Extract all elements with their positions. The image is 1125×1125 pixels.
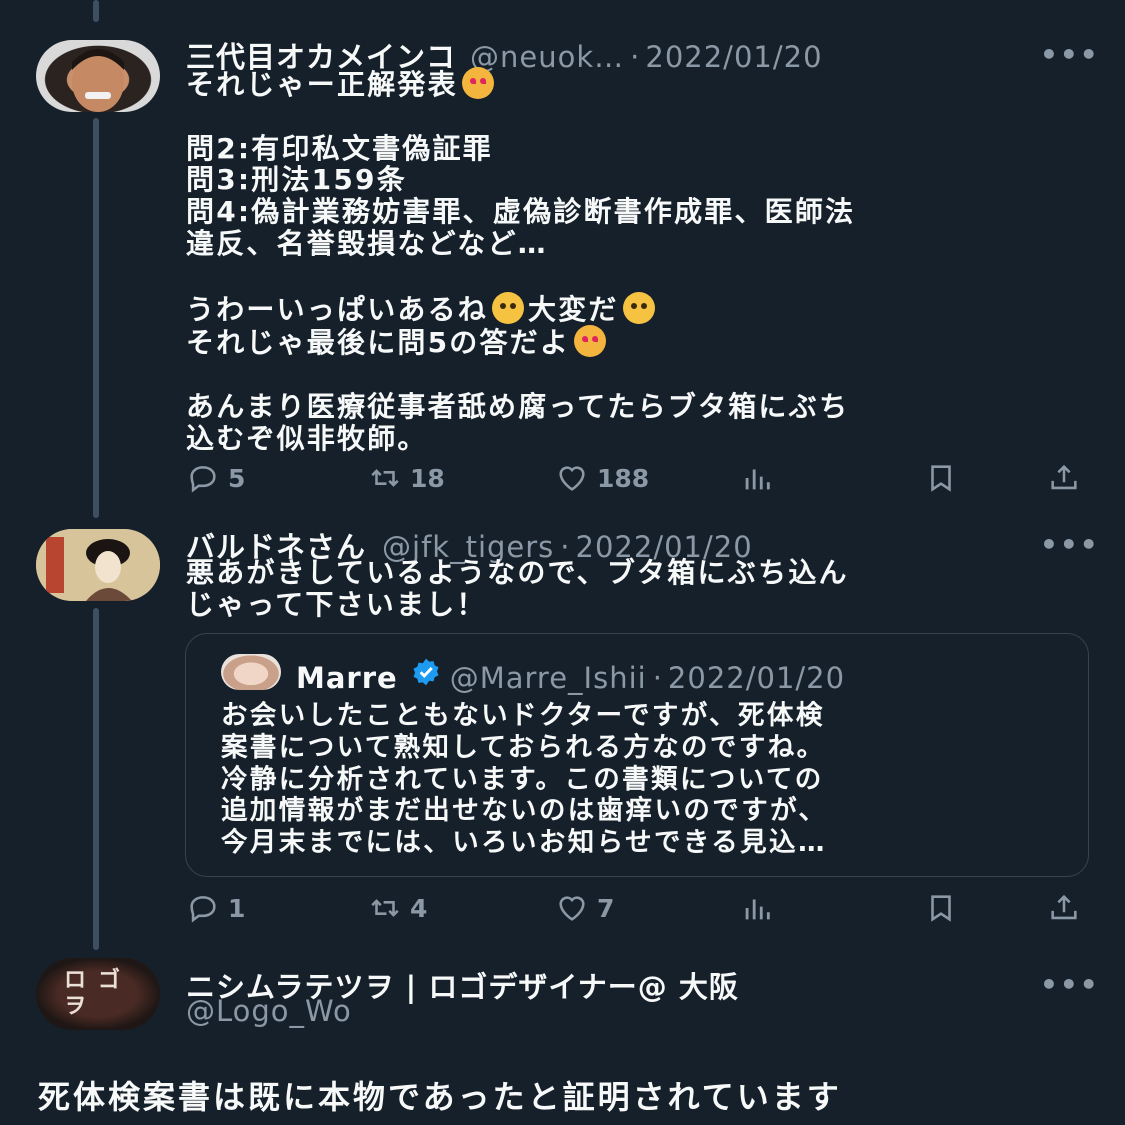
share-button[interactable] [1047,891,1081,925]
avatar[interactable]: ロゴヲ [36,958,160,1030]
separator-dot: · [652,661,662,695]
quoted-author-handle: @Marre_Ishii [449,661,647,695]
tweet-line: 問3:刑法159条 [186,163,407,197]
avatar-logo-text: ロゴヲ [64,968,133,1019]
tweet-line: 違反、名誉毀損などなど… [186,226,548,260]
thread-line-top [93,0,99,22]
quoted-header: Marre @Marre_Ishii · 2022/01/20 [296,656,845,695]
like-icon [559,896,585,921]
bookmark-button[interactable] [924,461,958,495]
tweet-text: 死体検案書は既に本物であったと証明されています [38,1078,842,1116]
like-button[interactable]: 188 [555,461,649,495]
reply-icon [190,896,216,923]
retweet-count: 18 [410,463,445,493]
bookmark-button[interactable] [924,891,958,925]
smiling-hearts-emoji-icon [574,325,607,358]
avatar[interactable] [36,40,160,112]
share-icon [1051,894,1077,920]
tweet-text: 悪あがきしているようなので、ブタ箱にぶち込ん じゃって下さいまし！ [186,557,849,621]
views-icon [745,469,770,490]
tweet-line: じゃって下さいまし！ [186,587,487,621]
tweet-line: 問4:偽計業務妨害罪、虚偽診断書作成罪、医師法 [186,195,856,229]
share-icon [1051,464,1077,490]
tweet-line: 問2:有印私文書偽証罪 [186,131,493,165]
like-count: 7 [597,893,615,923]
retweet-icon [371,899,399,917]
tweet-actions: 1 4 7 [0,888,1125,928]
tweet-line: それじゃ最後に問5の答だよ [186,326,571,360]
tweet-text: それじゃー正解発表 問2:有印私文書偽証罪 問3:刑法159条 問4:偽計業務妨… [186,67,855,455]
tweet-actions: 5 18 188 [0,458,1125,498]
quoted-tweet-card[interactable]: Marre @Marre_Ishii · 2022/01/20 お会いしたことも… [185,633,1089,877]
like-count: 188 [597,463,650,493]
tweet-line: 大変だ [528,292,619,326]
bookmark-icon [931,465,951,492]
smiling-hearts-emoji-icon [461,67,494,99]
like-button[interactable]: 7 [555,891,614,925]
more-icon[interactable]: ••• [1040,38,1100,71]
tweet-line: うわーいっぱいあるね [186,292,489,326]
like-icon [559,466,585,491]
bookmark-icon [931,895,951,922]
tweet-line: それじゃー正解発表 [186,68,458,101]
pleading-face-emoji-icon [622,291,655,324]
reply-button[interactable]: 5 [186,461,245,495]
tweet-line: 込むぞ似非牧師。 [186,421,428,455]
verified-icon [413,658,439,686]
reply-button[interactable]: 1 [186,891,245,925]
more-icon[interactable]: ••• [1040,968,1100,1001]
more-icon[interactable]: ••• [1040,528,1100,561]
retweet-button[interactable]: 18 [368,461,445,495]
tweet-line: 悪あがきしているようなので、ブタ箱にぶち込ん [186,556,849,589]
reply-count: 1 [228,893,246,923]
views-button[interactable] [740,891,774,925]
pleading-face-emoji-icon [492,291,525,324]
quoted-avatar [221,654,281,690]
views-icon [745,899,770,920]
retweet-count: 4 [410,893,428,923]
views-button[interactable] [740,461,774,495]
quoted-tweet-text: お会いしたこともないドクターですが、死体検 案書について熟知しておられる方なので… [221,700,828,859]
reply-icon [190,466,216,493]
tweet-line: あんまり医療従事者舐め腐ってたらブタ箱にぶち [186,389,850,423]
share-button[interactable] [1047,461,1081,495]
quoted-author-name: Marre [296,661,398,695]
retweet-button[interactable]: 4 [368,891,427,925]
quoted-tweet-date: 2022/01/20 [667,661,846,695]
avatar[interactable] [36,529,160,601]
author-handle[interactable]: @Logo_Wo [186,994,352,1028]
retweet-icon [371,469,399,487]
reply-count: 5 [228,463,246,493]
